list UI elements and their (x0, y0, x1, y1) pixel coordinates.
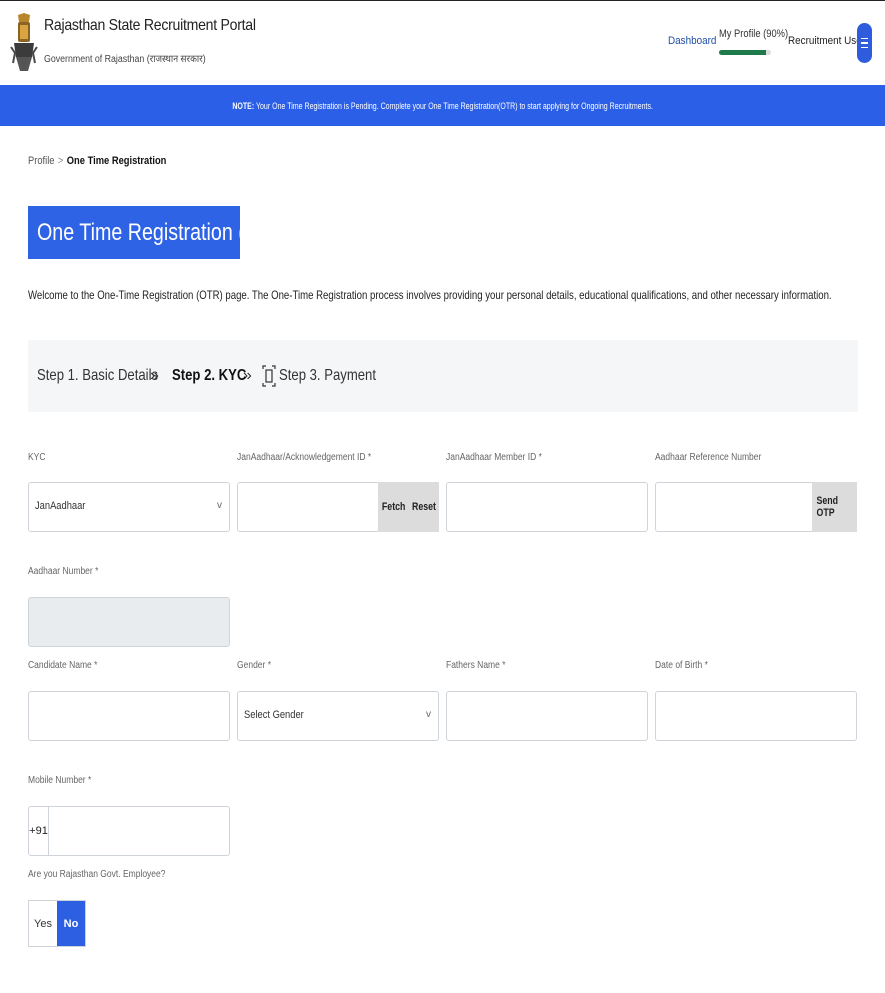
janaadhaar-ack-label: JanAadhaar/Acknowledgement ID * (237, 452, 372, 463)
top-header: Rajasthan State Recruitment Portal Gover… (0, 0, 885, 85)
notice-prefix: NOTE: (232, 100, 255, 111)
step-basic-details[interactable]: Step 1. Basic Details (34, 364, 158, 388)
profile-progress-fill (719, 50, 766, 55)
member-id-input[interactable] (446, 482, 648, 532)
intro-text: Welcome to the One-Time Registration (OT… (28, 288, 832, 302)
portal-subtitle: Government of Rajasthan (राजस्थान सरकार) (44, 54, 206, 65)
janaadhaar-ack-input[interactable]: Fetch Reset (237, 482, 439, 532)
govt-employee-label: Are you Rajasthan Govt. Employee? (28, 869, 166, 880)
payment-scan-icon (262, 365, 276, 387)
aadhaar-ref-label: Aadhaar Reference Number (655, 452, 762, 463)
mobile-label: Mobile Number * (28, 775, 92, 786)
mobile-input[interactable]: +91 (28, 806, 230, 856)
fetch-button-label: Fetch (382, 501, 406, 513)
step-payment[interactable]: Step 3. Payment (262, 364, 397, 388)
gender-label: Gender * (237, 660, 272, 671)
breadcrumb-current: One Time Registration (66, 155, 167, 167)
notice-text: Your One Time Registration is Pending. C… (255, 100, 653, 111)
step-kyc[interactable]: Step 2. KYC (169, 364, 251, 388)
mobile-country-code: +91 (29, 807, 49, 855)
gender-select-value: Select Gender (244, 709, 304, 721)
govt-employee-toggle: Yes No (28, 900, 86, 947)
step-kyc-label: Step 2. KYC (171, 367, 247, 384)
kyc-select[interactable]: JanAadhaar v (28, 482, 230, 532)
kyc-select-value: JanAadhaar (35, 500, 86, 512)
member-id-label: JanAadhaar Member ID * (446, 452, 542, 463)
reset-button-label: Reset (411, 501, 436, 513)
otr-notice-banner: NOTE: Your One Time Registration is Pend… (0, 85, 885, 126)
govt-employee-yes-option[interactable]: Yes (29, 901, 57, 946)
fetch-button[interactable]: Fetch (378, 482, 410, 532)
kyc-label: KYC (28, 452, 46, 463)
breadcrumb-separator: > (57, 155, 64, 167)
send-otp-button[interactable]: Send OTP (812, 482, 857, 532)
dob-label: Date of Birth * (655, 660, 708, 671)
nav-my-profile-link[interactable]: My Profile (90%) (719, 28, 788, 40)
aadhaar-number-label: Aadhaar Number * (28, 566, 99, 577)
menu-bar-icon (861, 42, 868, 44)
step-basic-details-label: Step 1. Basic Details (37, 367, 159, 384)
portal-title: Rajasthan State Recruitment Portal (44, 17, 256, 34)
nav-dashboard-link[interactable]: Dashboard (668, 35, 716, 47)
dob-input[interactable] (655, 691, 857, 741)
menu-bar-icon (861, 37, 868, 40)
breadcrumb: Profile > One Time Registration (28, 155, 166, 167)
chevron-down-icon: v (426, 709, 431, 720)
aadhaar-number-input (28, 597, 230, 647)
step-payment-label: Step 3. Payment (278, 367, 376, 384)
nav-user-menu[interactable]: Recruitment User (788, 35, 865, 47)
fathers-name-label: Fathers Name * (446, 660, 506, 671)
page-title: One Time Registration (OTR) (28, 206, 240, 259)
candidate-name-input[interactable] (28, 691, 230, 741)
page-title-text: One Time Registration (OTR) (37, 218, 240, 246)
chevron-down-icon: v (217, 500, 222, 511)
send-otp-button-label: Send OTP (816, 495, 839, 519)
reset-button[interactable]: Reset (408, 482, 439, 532)
menu-bar-icon (861, 46, 868, 49)
breadcrumb-profile-link[interactable]: Profile (28, 155, 55, 167)
govt-employee-no-option[interactable]: No (57, 901, 85, 946)
profile-progress-bar (719, 50, 771, 55)
gender-select[interactable]: Select Gender v (237, 691, 439, 741)
fathers-name-input[interactable] (446, 691, 648, 741)
hamburger-menu-button[interactable] (857, 23, 872, 63)
otr-stepper: Step 1. Basic Details » Step 2. KYC » St… (28, 340, 858, 412)
rajasthan-emblem-logo (10, 13, 38, 71)
candidate-name-label: Candidate Name * (28, 660, 98, 671)
aadhaar-ref-input[interactable]: Send OTP (655, 482, 857, 532)
